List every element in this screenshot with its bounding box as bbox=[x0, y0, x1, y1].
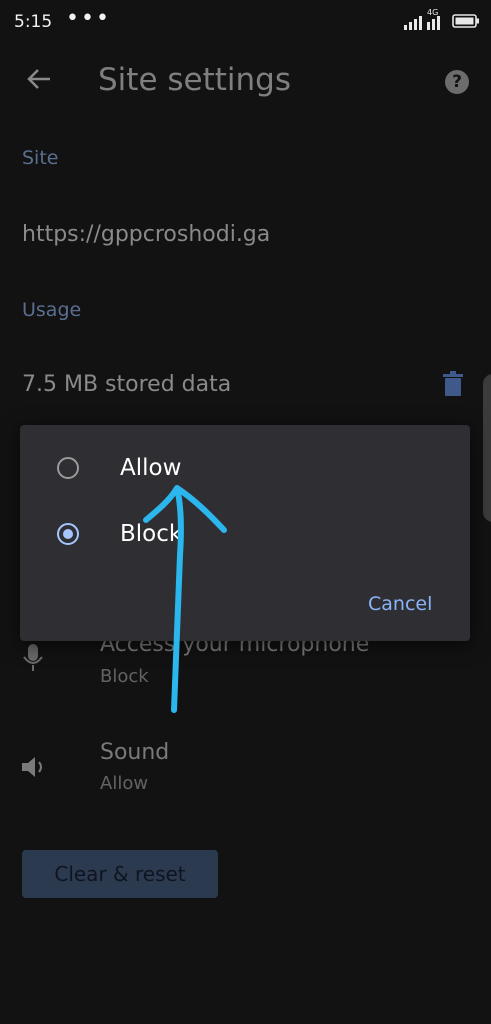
back-arrow-icon[interactable] bbox=[26, 66, 52, 92]
option-allow-label: Allow bbox=[120, 455, 182, 481]
speaker-icon bbox=[22, 757, 42, 777]
status-bar: 5:15 ••• 4G bbox=[0, 0, 491, 44]
permission-microphone-value: Block bbox=[100, 666, 149, 687]
trash-icon[interactable] bbox=[442, 371, 464, 397]
battery-icon bbox=[452, 14, 479, 28]
option-block[interactable]: Block bbox=[20, 503, 470, 567]
option-allow[interactable]: Allow bbox=[20, 437, 470, 501]
permission-sound-value: Allow bbox=[100, 773, 149, 794]
permission-dialog: Allow Block Cancel bbox=[20, 425, 470, 641]
status-time: 5:15 bbox=[14, 12, 53, 32]
site-url: https://gppcroshodi.ga bbox=[22, 222, 271, 247]
page-title: Site settings bbox=[98, 62, 291, 98]
scroll-handle[interactable] bbox=[483, 374, 491, 522]
option-block-label: Block bbox=[120, 521, 183, 547]
signal-icon bbox=[404, 16, 440, 30]
notification-dots-icon: ••• bbox=[66, 6, 111, 31]
stored-data-label: 7.5 MB stored data bbox=[22, 372, 232, 397]
microphone-icon bbox=[23, 644, 43, 671]
network-type: 4G bbox=[427, 8, 439, 17]
permission-sound-title[interactable]: Sound bbox=[100, 740, 169, 765]
usage-section-label: Usage bbox=[22, 299, 82, 321]
help-icon[interactable]: ? bbox=[445, 70, 469, 94]
cancel-button[interactable]: Cancel bbox=[368, 593, 432, 615]
clear-reset-button[interactable]: Clear & reset bbox=[22, 850, 218, 898]
radio-block[interactable] bbox=[57, 523, 79, 545]
site-section-label: Site bbox=[22, 147, 59, 169]
radio-allow[interactable] bbox=[57, 457, 79, 479]
